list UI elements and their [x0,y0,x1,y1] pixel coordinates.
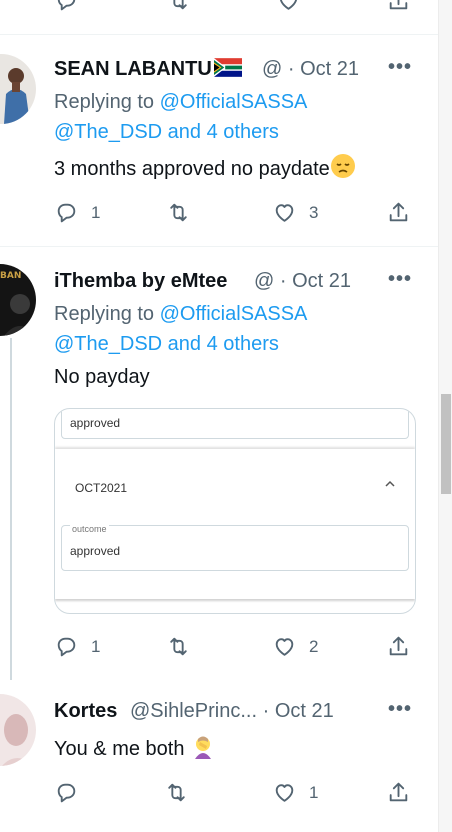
south-africa-flag-icon [213,58,242,77]
reply-button[interactable] [54,0,79,13]
share-button[interactable] [386,200,411,225]
avatar[interactable]: BAN [0,264,36,336]
like-button[interactable]: 1 [272,780,318,805]
reply-icon [57,0,76,11]
media-month-panel: OCT2021 outcome approved [55,449,415,599]
media-outcome-value: approved [70,544,121,558]
svg-text:BAN: BAN [0,271,21,281]
tweet-meta: @ · Oct 21 [262,58,359,81]
like-button[interactable]: 3 [272,200,318,225]
media-outcome-label: outcome [70,524,109,534]
retweet-button[interactable] [166,0,191,13]
like-icon [275,784,294,802]
like-count: 2 [309,636,319,656]
replying-to-prefix: Replying to [54,303,155,325]
tweet-text-content: You & me both [54,738,185,760]
mention-others-link[interactable]: @The_DSD and 4 others [54,121,279,144]
reply-count: 1 [91,636,101,656]
media-status-value: approved [70,416,121,430]
scrollbar-thumb[interactable] [441,394,451,494]
disappointed-face-emoji [330,154,355,178]
replying-to: Replying to @OfficialSASSA [54,91,307,114]
media-month-label: OCT2021 [75,481,128,495]
retweet-button[interactable] [166,200,203,225]
like-count: 3 [309,202,319,222]
tweet-text: You & me both [54,733,216,761]
more-icon[interactable]: ••• [388,56,412,79]
dot-separator: · [279,270,287,292]
timestamp[interactable]: Oct 21 [300,58,359,80]
divider [0,246,438,247]
face-palm-emoji [195,736,212,759]
display-name[interactable]: SEAN LABANTU [54,58,242,81]
tweet-text-content: 3 months approved no paydate [54,158,330,180]
share-icon [389,782,408,802]
mention-link[interactable]: @OfficialSASSA [160,91,308,113]
avatar-image: BAN [0,264,36,336]
like-button[interactable]: 2 [272,634,318,659]
share-button[interactable] [386,780,411,805]
like-button[interactable] [276,0,301,13]
share-button[interactable] [386,634,411,659]
tweet-text: 3 months approved no paydate [54,153,356,181]
share-icon [389,0,408,10]
avatar[interactable] [0,54,36,124]
timestamp[interactable]: Oct 21 [292,270,351,292]
reply-button[interactable]: 1 [54,200,100,225]
retweet-icon [173,0,187,10]
display-name[interactable]: iThemba by eMtee [54,270,227,293]
like-icon [280,0,297,10]
replying-to-prefix: Replying to [54,91,155,113]
tweet-text: No payday [54,366,150,388]
avatar-image [0,54,36,124]
share-icon [389,636,408,656]
thread-line [10,338,12,680]
timestamp[interactable]: Oct 21 [275,700,334,722]
reply-count: 1 [91,202,101,222]
reply-icon [57,637,76,657]
dot-separator: · [287,58,295,80]
dot-separator: · [262,700,270,722]
handle[interactable]: @SihlePrinc... [130,700,257,722]
like-count: 1 [309,782,319,802]
retweet-icon [168,783,185,802]
reply-button[interactable] [54,780,91,805]
retweet-button[interactable] [164,780,201,805]
like-icon [275,204,294,222]
like-icon [275,638,294,656]
more-icon[interactable]: ••• [388,268,412,291]
media-attachment[interactable]: approved OCT2021 outcome approved [54,408,416,614]
retweet-icon [170,203,187,222]
media-outcome-field: outcome approved [61,524,409,571]
mention-others-link[interactable]: @The_DSD and 4 others [54,333,279,356]
scrollbar[interactable] [438,0,452,832]
divider [0,34,438,35]
timeline: SEAN LABANTU @ · Oct 21 ••• Replying to … [0,0,438,832]
handle[interactable]: @ [262,58,282,80]
replying-to: Replying to @OfficialSASSA [54,303,307,326]
more-icon[interactable]: ••• [388,698,412,721]
chevron-up-icon [385,480,395,487]
share-button[interactable] [386,0,411,13]
avatar-image [0,694,36,766]
reply-icon [57,783,76,803]
reply-icon [57,203,76,223]
retweet-icon [170,637,187,656]
handle[interactable]: @ [254,270,274,292]
avatar[interactable] [0,694,36,766]
reply-button[interactable]: 1 [54,634,100,659]
media-status-field: approved [61,409,409,439]
mention-link[interactable]: @OfficialSASSA [160,303,308,325]
share-icon [389,202,408,222]
retweet-button[interactable] [166,634,203,659]
tweet-meta: @SihlePrinc... · Oct 21 [130,700,334,723]
display-name[interactable]: Kortes [54,700,117,723]
tweet-meta: @ · Oct 21 [254,270,351,293]
